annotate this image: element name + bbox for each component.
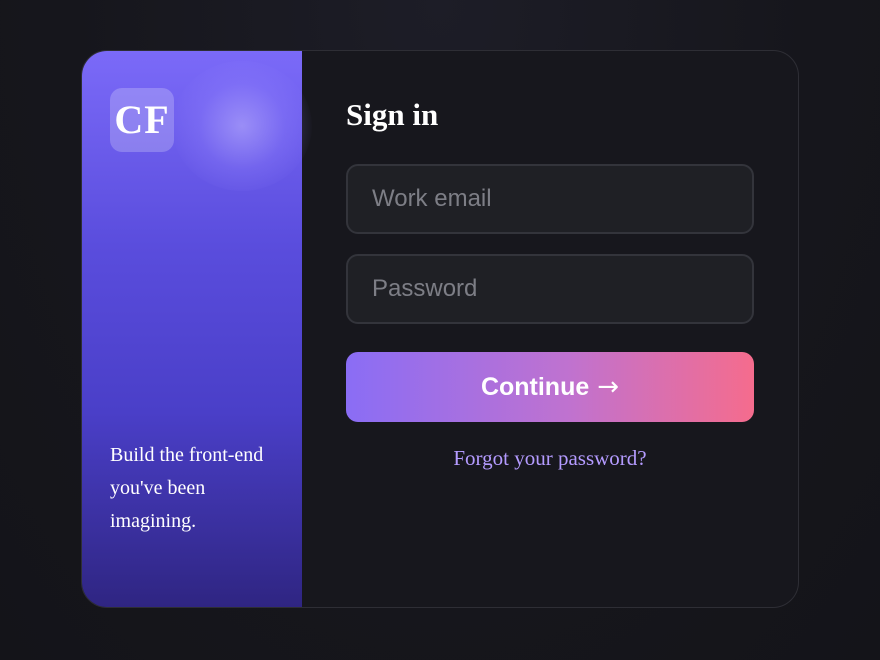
continue-button[interactable]: Continue → bbox=[346, 352, 754, 422]
logo: CF bbox=[110, 88, 174, 152]
tagline-line-2: you've been imagining. bbox=[110, 477, 206, 532]
decorative-glow bbox=[172, 61, 312, 191]
arrow-right-icon: → bbox=[597, 372, 620, 402]
continue-button-label: Continue bbox=[480, 372, 590, 401]
login-card: CF Build the front-end you've been imagi… bbox=[81, 50, 799, 608]
password-field[interactable] bbox=[346, 254, 754, 324]
tagline: Build the front-end you've been imaginin… bbox=[110, 439, 270, 538]
forgot-password-link[interactable]: Forgot your password? bbox=[346, 446, 754, 471]
tagline-line-1: Build the front-end bbox=[110, 444, 264, 466]
sign-in-form: Sign in Continue → Forgot your password? bbox=[302, 51, 798, 607]
email-field[interactable] bbox=[346, 164, 754, 234]
page-title: Sign in bbox=[346, 97, 439, 132]
brand-panel: CF Build the front-end you've been imagi… bbox=[82, 51, 312, 607]
